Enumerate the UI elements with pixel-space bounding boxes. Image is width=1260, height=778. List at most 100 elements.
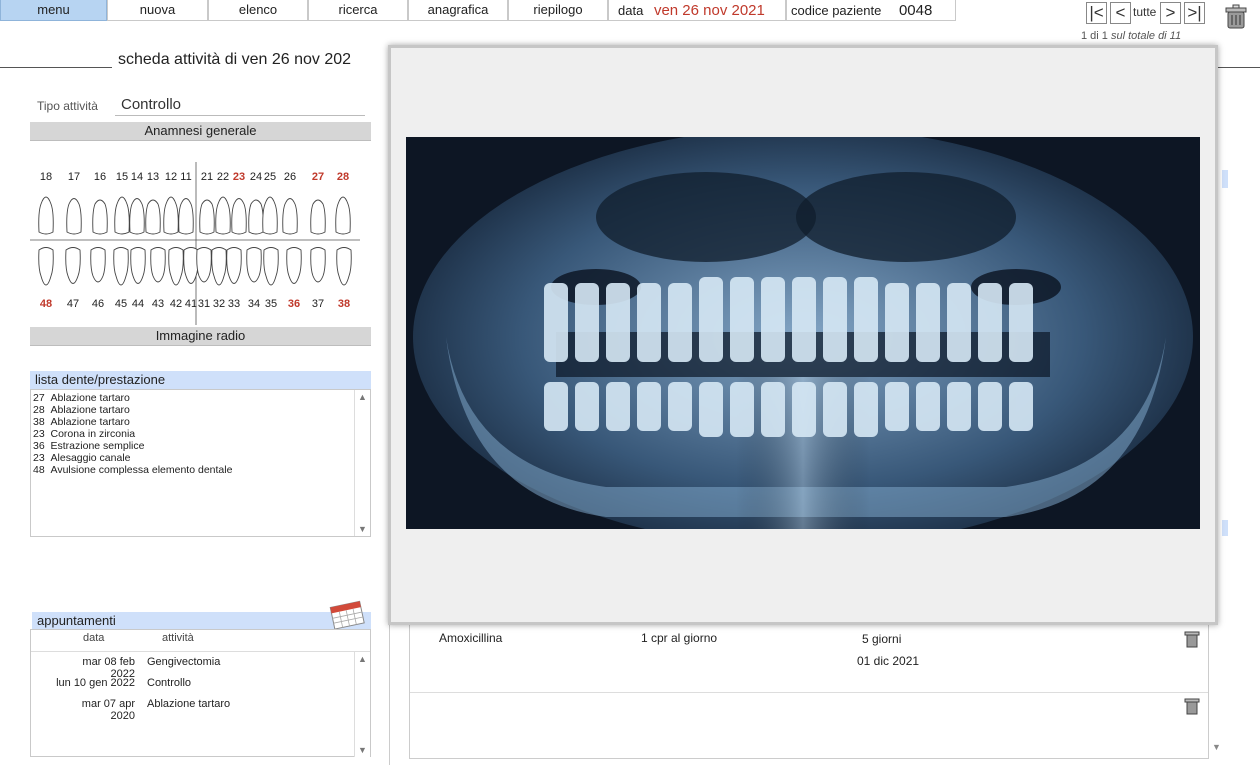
anagrafica-button[interactable]: anagrafica (408, 0, 508, 21)
lower-tooth-icon[interactable] (90, 247, 106, 283)
record-status-count: 1 di 1 (1081, 30, 1108, 42)
drug-duration[interactable]: 5 giorni (862, 632, 901, 646)
treatment-row[interactable]: 48 Avulsione complessa elemento dentale (31, 464, 370, 476)
upper-tooth-icon[interactable] (262, 196, 278, 235)
upper-tooth-icon[interactable] (92, 199, 108, 235)
patient-code-field[interactable]: codice paziente 0048 (786, 0, 956, 21)
treatment-row[interactable]: 28 Ablazione tartaro (31, 404, 370, 416)
lower-tooth-icon[interactable] (226, 247, 242, 284)
immagine-radio-bar[interactable]: Immagine radio (30, 327, 371, 346)
treatment-row[interactable]: 23 Corona in zirconia (31, 428, 370, 440)
xray-tooth (637, 283, 661, 362)
activity-type-label: Tipo attività (37, 99, 98, 113)
upper-tooth-icon[interactable] (310, 199, 326, 235)
record-status: 1 di 1 sul totale di 11 (1081, 30, 1181, 42)
xray-tooth (978, 382, 1002, 431)
title-rule-right (1218, 67, 1260, 68)
treatment-row[interactable]: 38 Ablazione tartaro (31, 416, 370, 428)
upper-tooth-icon[interactable] (282, 198, 298, 235)
upper-tooth-icon[interactable] (66, 198, 82, 235)
calendar-icon[interactable] (328, 598, 368, 630)
xray-tooth (668, 283, 692, 362)
scroll-down-icon[interactable]: ▼ (355, 743, 370, 757)
trash-icon[interactable] (1224, 4, 1248, 30)
xray-tooth (1009, 283, 1033, 362)
drug-dosage[interactable]: 1 cpr al giorno (641, 631, 717, 645)
patient-code-value: 0048 (898, 2, 933, 19)
lower-tooth-icon[interactable] (196, 247, 212, 283)
treatment-row[interactable]: 23 Alesaggio canale (31, 452, 370, 464)
panoramic-xray-image (406, 127, 1200, 547)
lower-tooth-icon[interactable] (336, 247, 352, 286)
appointment-row[interactable]: lun 10 gen 2022 Controllo (31, 677, 351, 693)
upper-tooth-icon[interactable] (178, 198, 194, 235)
menu-button[interactable]: menu (0, 0, 107, 21)
lower-tooth-icon[interactable] (150, 247, 166, 283)
xray-tooth (1009, 382, 1033, 431)
xray-popup[interactable] (388, 45, 1218, 625)
scroll-marker (1222, 170, 1228, 188)
appointments-list[interactable]: mar 08 feb 2022 Gengivectomia lun 10 gen 2… (31, 651, 370, 757)
lower-tooth-icon[interactable] (113, 247, 129, 286)
teeth-drawing[interactable] (30, 160, 370, 330)
xray-tooth (575, 382, 599, 431)
lower-tooth-icon[interactable] (246, 247, 262, 283)
riepilogo-button[interactable]: riepilogo (508, 0, 608, 21)
activity-type-field[interactable]: Controllo (115, 96, 365, 116)
treatment-row[interactable]: 36 Estrazione semplice (31, 440, 370, 452)
xray-tooth (792, 382, 816, 437)
scroll-up-icon[interactable]: ▲ (355, 390, 370, 404)
upper-tooth-icon[interactable] (38, 196, 54, 235)
xray-tooth (544, 382, 568, 431)
upper-tooth-icon[interactable] (199, 199, 215, 235)
appointments-scrollbar[interactable]: ▲ ▼ (354, 652, 370, 757)
patient-code-label: codice paziente (791, 3, 882, 18)
scroll-marker (1222, 520, 1228, 536)
upper-tooth-icon[interactable] (335, 196, 351, 235)
scroll-down-icon[interactable]: ▼ (355, 522, 370, 536)
xray-tooth (885, 283, 909, 362)
xray-tooth (885, 382, 909, 431)
lower-tooth-icon[interactable] (211, 247, 227, 286)
lower-tooth-icon[interactable] (130, 247, 146, 284)
treatment-row[interactable]: 27 Ablazione tartaro (31, 392, 370, 404)
anamnesi-bar[interactable]: Anamnesi generale (30, 122, 371, 141)
upper-tooth-icon[interactable] (145, 199, 161, 235)
lower-tooth-icon[interactable] (65, 247, 81, 284)
lower-tooth-icon[interactable] (38, 247, 54, 286)
xray-tooth (854, 382, 878, 437)
upper-tooth-icon[interactable] (248, 199, 264, 235)
scroll-down-icon[interactable]: ▼ (1212, 742, 1221, 752)
prev-record-button[interactable]: < (1110, 2, 1131, 24)
delete-row-icon[interactable] (1184, 697, 1200, 720)
drug-name[interactable]: Amoxicillina (439, 631, 502, 645)
next-record-button[interactable]: > (1160, 2, 1181, 24)
appointment-row[interactable]: mar 07 apr 2020 Ablazione tartaro (31, 698, 351, 722)
upper-tooth-icon[interactable] (163, 196, 179, 235)
ricerca-button[interactable]: ricerca (308, 0, 408, 21)
lower-tooth-icon[interactable] (310, 247, 326, 283)
lower-tooth-icon[interactable] (168, 247, 184, 286)
xray-tooth (699, 277, 723, 362)
drug-date[interactable]: 01 dic 2021 (857, 654, 919, 668)
xray-tooth (916, 283, 940, 362)
treatment-list[interactable]: 27 Ablazione tartaro 28 Ablazione tartaro… (30, 389, 371, 537)
xray-tooth (761, 382, 785, 437)
nuova-button[interactable]: nuova (107, 0, 208, 21)
delete-row-icon[interactable] (1184, 630, 1200, 653)
lower-tooth-icon[interactable] (286, 247, 302, 284)
elenco-button[interactable]: elenco (208, 0, 308, 21)
all-records-button[interactable]: tutte (1133, 5, 1156, 19)
scroll-up-icon[interactable]: ▲ (355, 652, 370, 666)
lower-tooth-icon[interactable] (263, 247, 279, 286)
appointment-row[interactable]: mar 08 feb 2022 Gengivectomia (31, 656, 351, 680)
date-field[interactable]: data ven 26 nov 2021 (608, 0, 786, 21)
treatment-list-scrollbar[interactable]: ▲ ▼ (354, 390, 370, 536)
first-record-button[interactable]: |< (1086, 2, 1107, 24)
record-status-total: sul totale di 11 (1110, 30, 1182, 42)
upper-tooth-icon[interactable] (215, 196, 231, 235)
upper-tooth-icon[interactable] (231, 198, 247, 235)
upper-tooth-icon[interactable] (114, 196, 130, 235)
upper-tooth-icon[interactable] (129, 198, 145, 235)
last-record-button[interactable]: >| (1184, 2, 1205, 24)
